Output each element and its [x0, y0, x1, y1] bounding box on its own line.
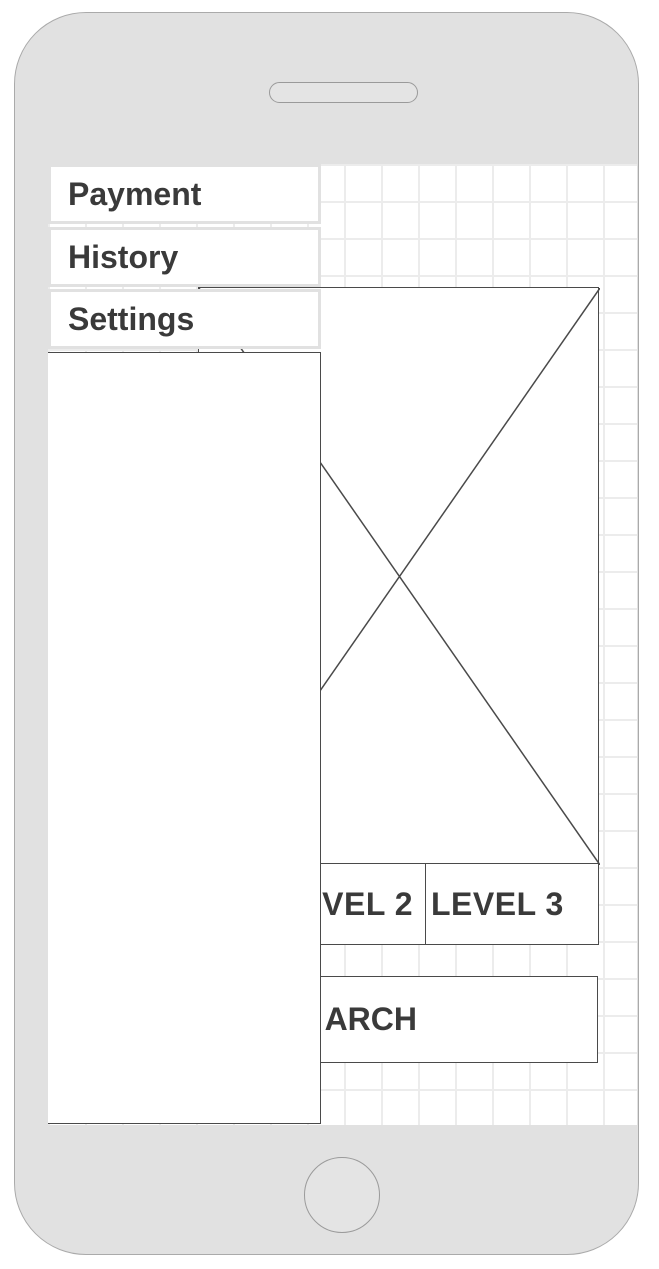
home-button[interactable] [304, 1157, 380, 1233]
speaker-grille [269, 82, 418, 103]
menu-item-label: History [68, 238, 179, 275]
side-menu-panel [48, 352, 321, 1124]
side-menu: Payment History Settings [48, 164, 321, 1124]
menu-item-history[interactable]: History [48, 227, 321, 287]
search-label: ARCH [324, 1001, 417, 1037]
menu-item-payment[interactable]: Payment [48, 164, 321, 224]
menu-item-settings[interactable]: Settings [48, 289, 321, 349]
menu-item-label: Settings [68, 300, 195, 337]
menu-item-label: Payment [68, 175, 202, 212]
phone-frame: VEL 2 LEVEL 3 ARCH Payment History Setti… [14, 12, 639, 1255]
phone-screen: VEL 2 LEVEL 3 ARCH Payment History Setti… [48, 164, 637, 1125]
tab-level-3[interactable]: LEVEL 3 [426, 864, 598, 944]
